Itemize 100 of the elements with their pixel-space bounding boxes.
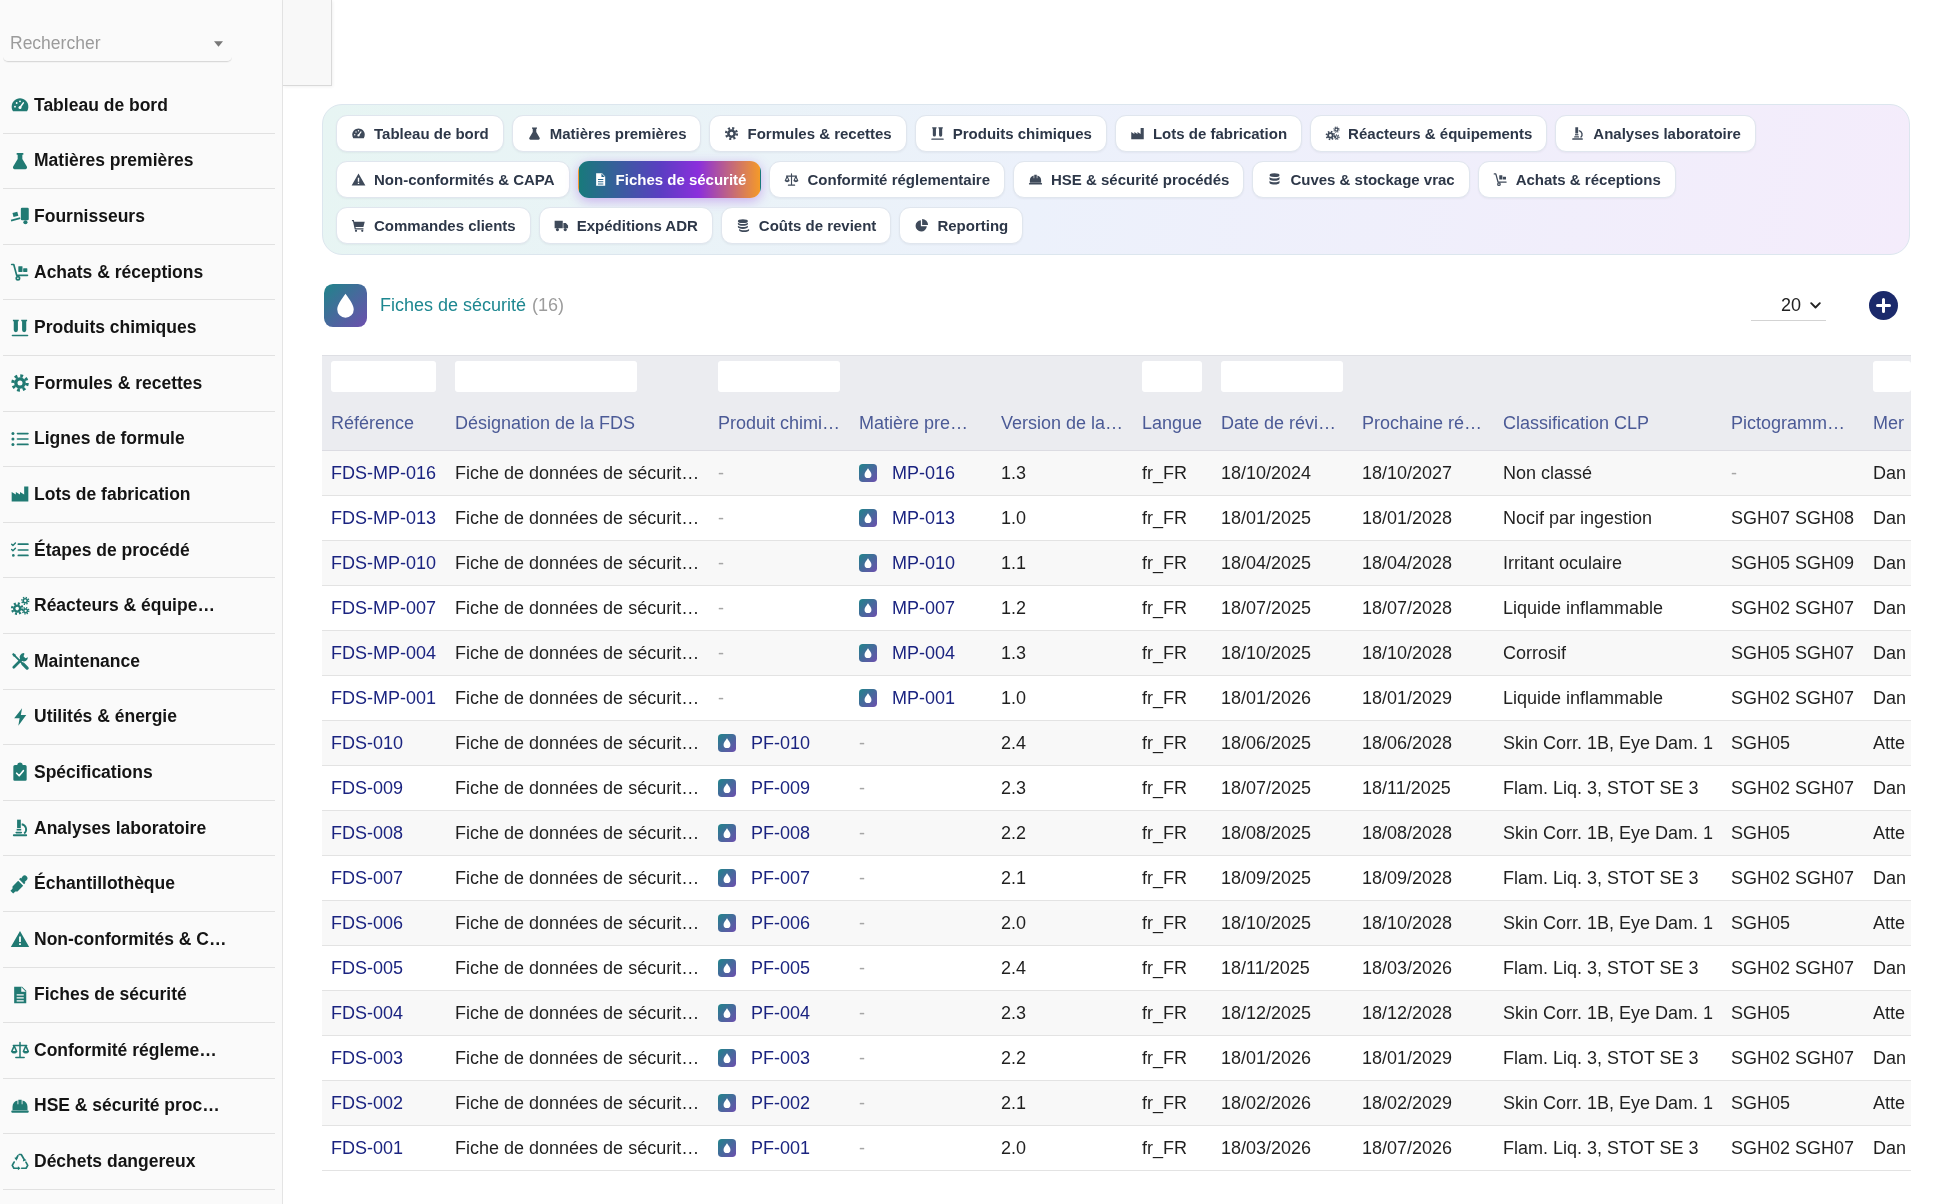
sidebar-item[interactable]: Lignes de formule [3, 411, 275, 468]
table-cell: Atte [1864, 900, 1911, 946]
table-cell: 18/10/2025 [1212, 900, 1353, 946]
record-link[interactable]: PF-003 [751, 1047, 811, 1069]
sidebar-item[interactable]: Fournisseurs [3, 189, 275, 245]
record-link[interactable]: MP-001 [892, 687, 956, 709]
module-tab[interactable]: Reporting [899, 207, 1024, 244]
record-link[interactable]: FDS-MP-001 [331, 687, 437, 708]
table-cell: Fiche de données de sécurit… [446, 675, 709, 721]
table-cell: - [709, 675, 850, 721]
module-tab[interactable]: Commandes clients [336, 207, 531, 244]
record-link[interactable]: FDS-009 [331, 777, 404, 798]
table-cell: 2.4 [992, 720, 1133, 766]
module-tab[interactable]: Analyses laboratoire [1555, 115, 1756, 152]
hand-truck-icon [10, 262, 30, 283]
module-tab[interactable]: HSE & sécurité procédés [1013, 161, 1245, 198]
record-link[interactable]: FDS-007 [331, 867, 404, 888]
table-cell: 1.2 [992, 585, 1133, 631]
column-header[interactable]: Classification CLP [1494, 396, 1722, 451]
table-cell: 18/06/2025 [1212, 720, 1353, 766]
module-tab[interactable]: Formules & recettes [709, 115, 907, 152]
module-tab[interactable]: Tableau de bord [336, 115, 504, 152]
column-header[interactable]: Prochaine ré… [1353, 396, 1494, 451]
microscope-icon [10, 818, 30, 838]
sidebar-item[interactable]: Lots de fabrication [3, 467, 275, 523]
module-tab[interactable]: Cuves & stockage vrac [1252, 161, 1470, 198]
module-tab[interactable]: Produits chimiques [914, 115, 1107, 152]
sidebar-item[interactable]: Utilités & énergie [3, 689, 275, 746]
table-cell: Dan [1864, 495, 1911, 541]
sidebar-item[interactable]: Achats & réceptions [3, 244, 275, 301]
table-cell: 18/01/2029 [1353, 675, 1494, 721]
record-link[interactable]: MP-013 [892, 507, 956, 529]
table-cell: 1.0 [992, 675, 1133, 721]
table-cell: SGH07 SGH08 [1722, 495, 1864, 541]
table-cell: fr_FR [1133, 495, 1212, 541]
sidebar-item[interactable]: Conformité régleme… [3, 1023, 275, 1079]
column-header[interactable]: Matière pre… [850, 396, 992, 451]
sidebar-item[interactable]: Réacteurs & équipe… [3, 578, 275, 634]
sidebar-item[interactable]: Non-conformités & C… [3, 911, 275, 968]
record-link[interactable]: PF-009 [751, 777, 811, 799]
table-cell: - [850, 720, 992, 766]
record-link[interactable]: FDS-MP-013 [331, 507, 437, 528]
sidebar-item[interactable]: Fiches de sécurité [3, 967, 275, 1024]
table-cell: 18/08/2028 [1353, 810, 1494, 856]
record-link[interactable]: PF-005 [751, 957, 811, 979]
record-link[interactable]: PF-001 [751, 1137, 811, 1159]
column-header[interactable]: Désignation de la FDS [446, 396, 709, 451]
sidebar-item[interactable]: Échantillothèque [3, 856, 275, 912]
sidebar-item[interactable]: Étapes de procédé [3, 522, 275, 579]
module-tab[interactable]: Conformité réglementaire [769, 161, 1005, 198]
sidebar-item[interactable]: Produits chimiques [3, 300, 275, 356]
module-tab[interactable]: Expéditions ADR [538, 207, 713, 244]
record-link[interactable]: FDS-001 [331, 1137, 404, 1158]
table-cell: 18/01/2026 [1212, 1035, 1353, 1081]
table-cell: Atte [1864, 990, 1911, 1036]
module-tab[interactable]: Coûts de revient [720, 207, 892, 244]
table-cell: 2.1 [992, 1080, 1133, 1126]
record-link[interactable]: FDS-MP-007 [331, 597, 437, 618]
search-field[interactable]: Rechercher [3, 26, 232, 62]
record-link[interactable]: FDS-005 [331, 957, 404, 978]
sidebar-item[interactable]: Matières premières [3, 133, 275, 190]
module-tab[interactable]: Non-conformités & CAPA [336, 161, 570, 198]
record-link[interactable]: PF-007 [751, 867, 811, 889]
table-cell: Liquide inflammable [1494, 675, 1722, 721]
column-header[interactable]: Version de la… [992, 396, 1133, 451]
add-button[interactable] [1869, 291, 1898, 320]
module-tab[interactable]: Matières premières [511, 115, 702, 152]
record-link[interactable]: FDS-003 [331, 1047, 404, 1068]
sidebar-item[interactable]: Tableau de bord [3, 78, 275, 134]
table-cell: 2.4 [992, 945, 1133, 991]
sidebar-item[interactable]: Spécifications [3, 745, 275, 801]
record-link[interactable]: MP-007 [892, 597, 956, 619]
table-cell: fr_FR [1133, 540, 1212, 586]
table-cell: 1.3 [992, 450, 1133, 496]
module-tab[interactable]: Lots de fabrication [1114, 115, 1303, 152]
column-header[interactable]: Date de révi… [1212, 396, 1353, 451]
column-header[interactable]: Langue [1133, 396, 1212, 451]
module-tab[interactable]: Réacteurs & équipements [1310, 115, 1548, 152]
column-header[interactable]: Référence [322, 396, 446, 451]
page-size-select[interactable]: 20 [1751, 290, 1826, 321]
column-header[interactable]: Mer [1864, 396, 1911, 451]
sidebar-item[interactable]: HSE & sécurité proc… [3, 1078, 275, 1135]
column-header[interactable]: Produit chimi… [709, 396, 850, 451]
sidebar-item[interactable]: Analyses laboratoire [3, 800, 275, 857]
table-cell: Fiche de données de sécurit… [446, 1080, 709, 1126]
column-header[interactable]: Pictogramm… [1722, 396, 1864, 451]
module-tab[interactable]: Achats & réceptions [1477, 161, 1676, 198]
table-cell: fr_FR [1133, 765, 1212, 811]
table-cell: 1.1 [992, 540, 1133, 586]
sidebar-item[interactable]: Déchets dangereux [3, 1134, 275, 1190]
table-cell: 18/07/2025 [1212, 765, 1353, 811]
sidebar-item[interactable]: Maintenance [3, 633, 275, 690]
sidebar-item[interactable]: Formules & recettes [3, 355, 275, 412]
module-tab[interactable]: Fiches de sécurité [577, 161, 762, 198]
table-cell: 18/09/2028 [1353, 855, 1494, 901]
drop-icon [718, 1049, 736, 1067]
table-cell: fr_FR [1133, 675, 1212, 721]
warning-icon [351, 172, 366, 187]
table-cell: 18/08/2025 [1212, 810, 1353, 856]
table-cell: fr_FR [1133, 900, 1212, 946]
